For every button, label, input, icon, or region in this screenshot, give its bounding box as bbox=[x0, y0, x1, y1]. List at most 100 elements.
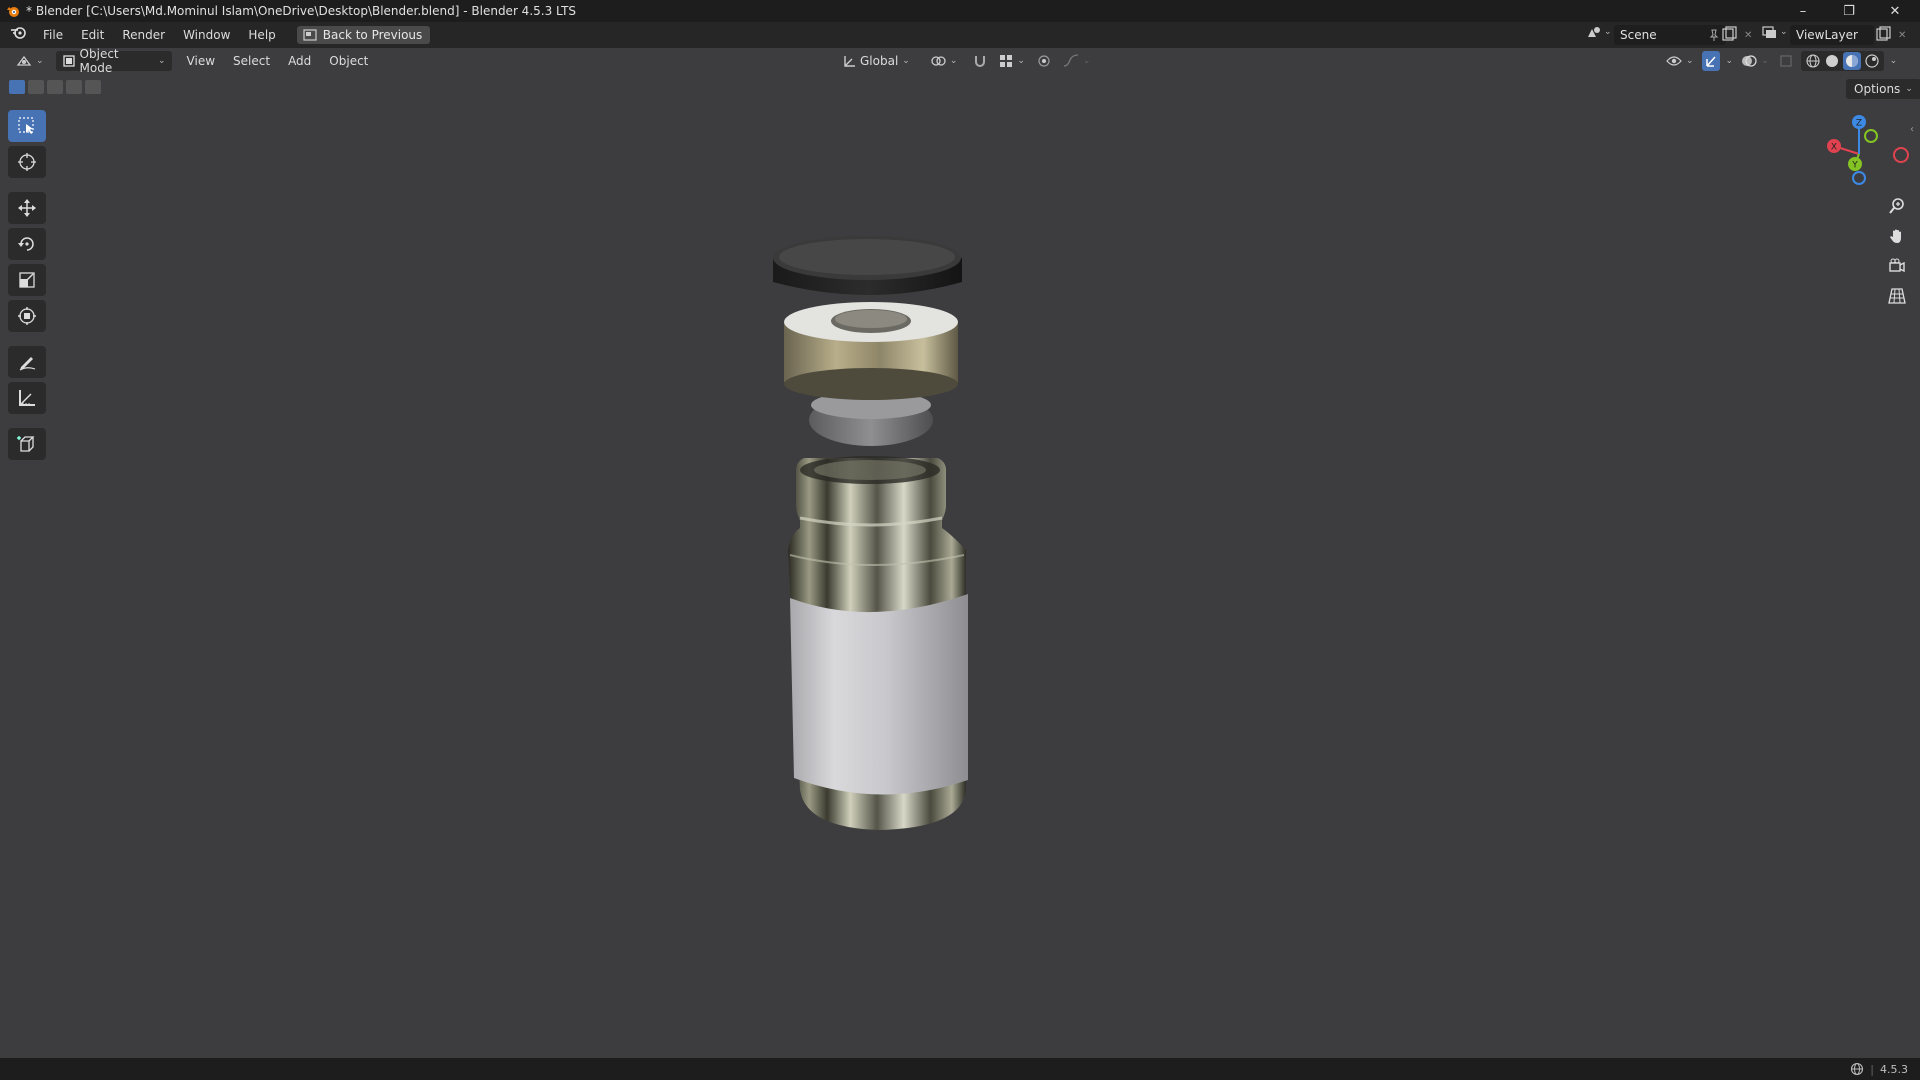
scale-tool[interactable] bbox=[8, 264, 46, 296]
xray-toggle[interactable] bbox=[1777, 51, 1795, 71]
shading-mode-group bbox=[1800, 51, 1884, 71]
add-cube-icon bbox=[17, 434, 37, 454]
menu-render[interactable]: Render bbox=[113, 22, 174, 48]
gizmo-y-label: Y bbox=[1851, 161, 1858, 171]
wireframe-shading-icon[interactable] bbox=[1805, 53, 1821, 69]
transform-icon bbox=[17, 306, 37, 326]
snap-toggle[interactable] bbox=[971, 51, 989, 71]
view-layer-name-field[interactable]: ViewLayer bbox=[1790, 25, 1874, 45]
options-dropdown[interactable]: Options ⌄ bbox=[1846, 79, 1920, 99]
pan-view-button[interactable] bbox=[1882, 222, 1912, 250]
blender-logo-icon bbox=[6, 4, 20, 18]
delete-scene-icon[interactable]: ✕ bbox=[1744, 30, 1752, 41]
network-globe-icon[interactable] bbox=[1850, 1062, 1864, 1076]
zoom-view-button[interactable] bbox=[1882, 192, 1912, 220]
scale-icon bbox=[17, 270, 37, 290]
version-label: 4.5.3 bbox=[1880, 1062, 1908, 1076]
menu-add[interactable]: Add bbox=[279, 48, 320, 74]
chevron-down-icon[interactable]: ⌄ bbox=[1726, 56, 1734, 66]
vial-stopper[interactable] bbox=[809, 391, 933, 446]
navigation-gizmo[interactable]: X Y Z bbox=[1815, 112, 1915, 192]
blender-menu-icon[interactable] bbox=[0, 22, 34, 48]
select-extend-icon[interactable] bbox=[28, 80, 44, 94]
camera-view-button[interactable] bbox=[1882, 252, 1912, 280]
gizmo-neg-y-axis[interactable] bbox=[1864, 129, 1878, 143]
shading-options-chevron-icon[interactable]: ⌄ bbox=[1890, 56, 1898, 66]
rendered-shading-icon[interactable] bbox=[1864, 53, 1880, 69]
transform-orientation-selector[interactable]: Global ⌄ bbox=[836, 51, 916, 71]
zoom-icon bbox=[1888, 197, 1906, 215]
rotate-icon bbox=[17, 234, 37, 254]
toggle-perspective-button[interactable] bbox=[1882, 282, 1912, 310]
move-tool[interactable] bbox=[8, 192, 46, 224]
annotate-tool[interactable] bbox=[8, 346, 46, 378]
select-new-icon[interactable] bbox=[9, 80, 25, 94]
chevron-down-icon: ⌄ bbox=[1761, 56, 1769, 66]
window-title: * Blender [C:\Users\Md.Mominul Islam\One… bbox=[26, 4, 577, 18]
ruler-icon bbox=[17, 388, 37, 408]
hand-icon bbox=[1888, 227, 1906, 245]
menu-file[interactable]: File bbox=[34, 22, 72, 48]
chevron-down-icon: ⌄ bbox=[902, 56, 910, 66]
snap-target-selector[interactable]: ⌄ bbox=[997, 51, 1027, 71]
menu-select[interactable]: Select bbox=[224, 48, 279, 74]
select-invert-icon[interactable] bbox=[66, 80, 82, 94]
proportional-editing-icon bbox=[1037, 54, 1051, 68]
mode-label: Object Mode bbox=[79, 47, 119, 75]
select-intersect-icon[interactable] bbox=[85, 80, 101, 94]
menu-view[interactable]: View bbox=[178, 48, 224, 74]
magnet-icon bbox=[973, 54, 987, 68]
pin-icon[interactable] bbox=[1708, 29, 1720, 41]
chevron-down-icon: ⌄ bbox=[1905, 84, 1913, 94]
chevron-down-icon: ⌄ bbox=[1604, 27, 1612, 37]
window-titlebar: * Blender [C:\Users\Md.Mominul Islam\One… bbox=[0, 0, 1920, 22]
menu-object[interactable]: Object bbox=[320, 48, 377, 74]
menu-help[interactable]: Help bbox=[239, 22, 284, 48]
select-box-tool[interactable] bbox=[8, 110, 46, 142]
minimize-button[interactable]: – bbox=[1780, 0, 1826, 22]
scene-name-field[interactable]: Scene bbox=[1614, 25, 1726, 45]
visibility-selector[interactable]: ⌄ bbox=[1664, 51, 1696, 71]
camera-icon bbox=[1888, 257, 1906, 275]
pivot-point-selector[interactable]: ⌄ bbox=[924, 51, 964, 71]
proportional-editing-toggle[interactable] bbox=[1035, 51, 1053, 71]
add-cube-tool[interactable] bbox=[8, 428, 46, 460]
maximize-button[interactable]: ❐ bbox=[1826, 0, 1872, 22]
vial-cap[interactable] bbox=[773, 236, 962, 295]
new-view-layer-icon[interactable] bbox=[1874, 26, 1892, 44]
view-layer-type-selector[interactable]: ⌄ bbox=[1762, 25, 1788, 39]
chevron-down-icon: ⌄ bbox=[1780, 27, 1788, 37]
scene-type-selector[interactable]: ⌄ bbox=[1586, 25, 1612, 39]
cursor-tool[interactable] bbox=[8, 146, 46, 178]
rotate-tool[interactable] bbox=[8, 228, 46, 260]
mode-selector[interactable]: Object Mode ⌄ bbox=[55, 47, 172, 75]
chevron-down-icon: ⌄ bbox=[36, 56, 44, 66]
menu-edit[interactable]: Edit bbox=[72, 22, 113, 48]
measure-tool[interactable] bbox=[8, 382, 46, 414]
gizmo-neg-z-axis[interactable] bbox=[1852, 171, 1866, 185]
select-subtract-icon[interactable] bbox=[47, 80, 63, 94]
scene-name-label: Scene bbox=[1620, 28, 1657, 42]
gizmo-neg-x-axis[interactable] bbox=[1893, 147, 1909, 163]
close-button[interactable]: ✕ bbox=[1872, 0, 1918, 22]
vial-label[interactable] bbox=[790, 594, 968, 795]
back-to-previous-button[interactable]: Back to Previous bbox=[296, 26, 431, 44]
view-layer-name-label: ViewLayer bbox=[1796, 28, 1858, 42]
overlays-toggle[interactable]: ⌄ bbox=[1739, 51, 1771, 71]
menu-window[interactable]: Window bbox=[174, 22, 239, 48]
gizmo-toggle[interactable] bbox=[1701, 51, 1720, 71]
falloff-selector[interactable]: ⌄ bbox=[1061, 51, 1093, 71]
gizmo-x-label: X bbox=[1831, 143, 1837, 153]
vial-crimp-ring[interactable] bbox=[784, 302, 958, 400]
solid-shading-icon[interactable] bbox=[1824, 53, 1840, 69]
viewport-3d[interactable] bbox=[0, 0, 1920, 1080]
move-icon bbox=[17, 198, 37, 218]
3d-viewport-icon bbox=[16, 54, 32, 68]
editor-type-selector[interactable]: ⌄ bbox=[10, 51, 50, 71]
vial-body[interactable] bbox=[788, 456, 966, 830]
material-preview-shading-icon[interactable] bbox=[1842, 52, 1861, 70]
new-scene-icon[interactable] bbox=[1720, 26, 1738, 44]
transform-tool[interactable] bbox=[8, 300, 46, 332]
delete-view-layer-icon[interactable]: ✕ bbox=[1898, 30, 1906, 41]
status-bar: | 4.5.3 bbox=[0, 1058, 1920, 1080]
